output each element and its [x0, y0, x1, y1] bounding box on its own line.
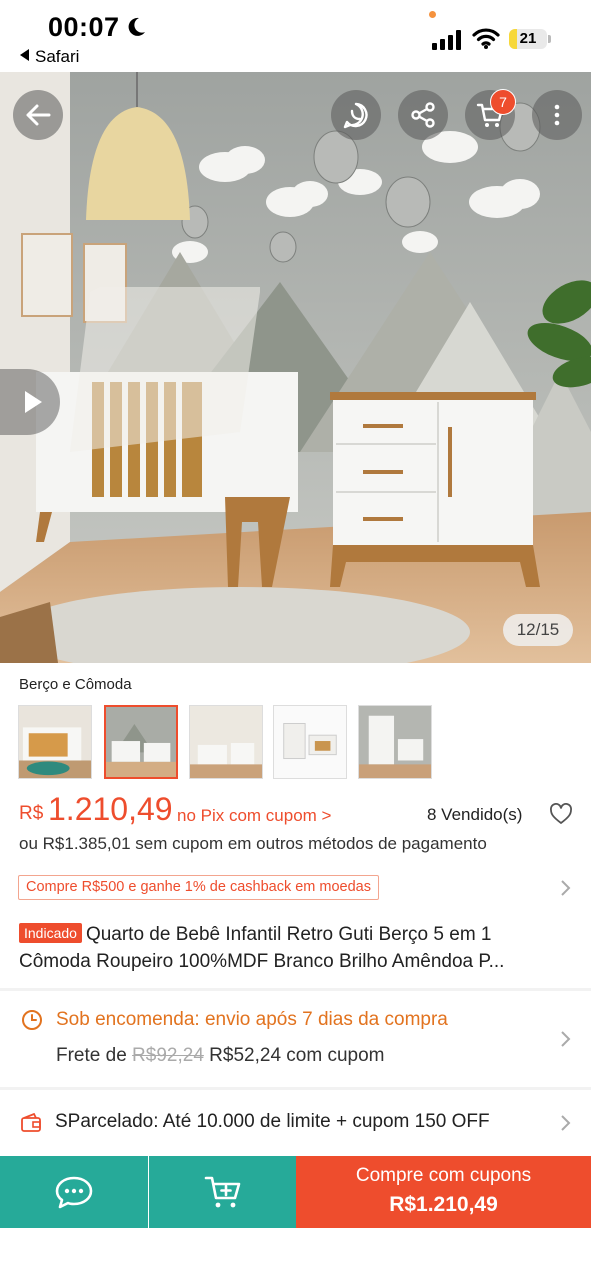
back-to-app-button[interactable]: Safari [20, 47, 79, 67]
status-bar: 00:07 Safari 21 [0, 0, 591, 72]
product-image-carousel[interactable]: 7 12/15 [0, 72, 591, 663]
play-icon [25, 391, 42, 413]
product-title-line1: Quarto de Bebê Infantil Retro Guti Berço… [85, 924, 492, 945]
shipping-label: Frete de [56, 1045, 127, 1066]
back-app-label: Safari [35, 47, 80, 66]
cashback-tag: Compre R$500 e ganhe 1% de cashback em m… [18, 875, 379, 900]
back-arrow-icon [26, 104, 51, 126]
signal-icon [432, 30, 461, 50]
more-icon [554, 104, 560, 126]
whatsapp-button[interactable] [331, 90, 381, 140]
more-options-button[interactable] [532, 90, 582, 140]
section-divider [0, 1087, 591, 1090]
shipping-row[interactable]: Sob encomenda: envio após 7 dias da comp… [0, 995, 591, 1087]
thumbnail-image [190, 706, 262, 778]
back-arrow-button[interactable] [13, 90, 63, 140]
price-row: R$ 1.210,49 no Pix com cupom > 8 Vendido… [19, 789, 574, 829]
indicado-badge: Indicado [19, 923, 82, 943]
variation-label: Berço e Cômoda [19, 676, 132, 693]
favorite-heart-icon[interactable] [549, 803, 573, 825]
variation-thumbnail[interactable] [273, 705, 347, 779]
back-triangle-icon [20, 49, 29, 61]
chevron-right-icon [561, 1031, 571, 1047]
thumbnail-image [274, 706, 346, 778]
chat-button[interactable] [0, 1156, 148, 1228]
product-photo [0, 72, 591, 663]
price-currency: R$ [19, 803, 44, 824]
variation-thumbnail[interactable] [358, 705, 432, 779]
shipping-old-price: R$92,24 [132, 1045, 204, 1066]
variation-thumbnail[interactable] [18, 705, 92, 779]
shipping-fee: Frete de R$92,24 R$52,24 com cupom [56, 1045, 385, 1067]
buy-price: R$1.210,49 [389, 1193, 498, 1216]
price-value: 1.210,49 [48, 791, 173, 827]
chat-icon [55, 1176, 93, 1209]
alt-price-text: ou R$1.385,01 sem cupom em outros método… [19, 834, 487, 853]
product-title-line2: Cômoda Roupeiro 100%MDF Branco Brilho Am… [19, 951, 505, 972]
bottom-action-bar: Compre com cupons R$1.210,49 [0, 1156, 591, 1228]
battery-level: 21 [519, 30, 537, 47]
thumbnail-image [359, 706, 431, 778]
share-icon [411, 102, 435, 128]
clock-icon [22, 1010, 42, 1030]
battery-nub [548, 35, 551, 43]
buy-label: Compre com cupons [355, 1165, 532, 1186]
privacy-dot [429, 11, 436, 18]
add-to-cart-button[interactable] [149, 1156, 296, 1228]
buy-with-coupons-button[interactable]: Compre com cupons R$1.210,49 [296, 1156, 591, 1228]
thumbnail-image [19, 706, 91, 778]
battery-icon: 21 [509, 29, 551, 49]
thumbnail-image [106, 707, 176, 777]
wifi-icon [472, 28, 500, 49]
status-time: 00:07 [48, 12, 120, 42]
section-divider [0, 988, 591, 991]
chevron-right-icon [561, 880, 571, 896]
shipping-title: Sob encomenda: envio após 7 dias da comp… [56, 1009, 448, 1030]
wallet-icon [21, 1113, 41, 1132]
moon-icon [128, 17, 145, 36]
variation-thumbnail-selected[interactable] [104, 705, 178, 779]
sparcelado-row[interactable]: SParcelado: Até 10.000 de limite + cupom… [0, 1097, 591, 1149]
product-title: Indicado Quarto de Bebê Infantil Retro Gu… [19, 921, 574, 975]
variation-thumbnail[interactable] [189, 705, 263, 779]
shipping-new-price: R$52,24 com cupom [209, 1045, 385, 1066]
sold-count: 8 Vendido(s) [427, 805, 523, 824]
add-to-cart-icon [204, 1176, 241, 1208]
whatsapp-icon [343, 102, 368, 129]
cashback-row[interactable]: Compre R$500 e ganhe 1% de cashback em m… [18, 875, 574, 901]
pix-coupon-link[interactable]: no Pix com cupom > [177, 806, 332, 826]
share-button[interactable] [398, 90, 448, 140]
image-counter: 12/15 [503, 614, 573, 646]
battery-body: 21 [509, 29, 547, 49]
cart-count-badge: 7 [490, 89, 516, 115]
sparcelado-text: SParcelado: Até 10.000 de limite + cupom… [55, 1111, 490, 1132]
chevron-right-icon [561, 1115, 571, 1131]
